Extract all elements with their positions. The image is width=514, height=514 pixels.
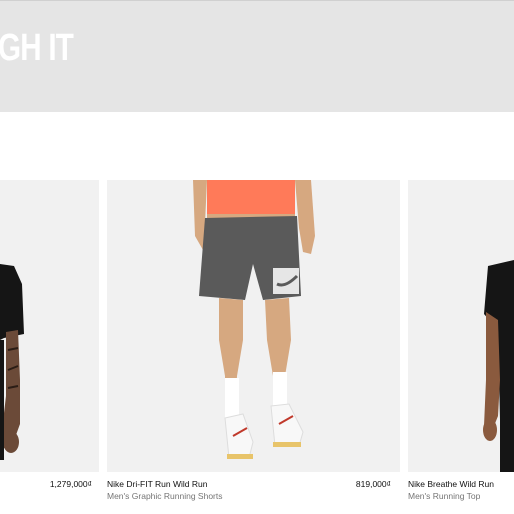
- product-title[interactable]: Nike Dri-FIT Run Wild Run: [107, 479, 207, 489]
- product-image-left[interactable]: [0, 180, 99, 472]
- product-card-center[interactable]: 819,000₫ Nike Dri-FIT Run Wild Run Men's…: [107, 180, 400, 514]
- product-card-left[interactable]: 1,279,000₫: [0, 180, 100, 514]
- product-subtitle: Men's Running Top: [408, 491, 481, 501]
- hero-banner: GH IT: [0, 0, 514, 112]
- product-card-right[interactable]: Nike Breathe Wild Run Men's Running Top: [408, 180, 514, 514]
- product-title[interactable]: Nike Breathe Wild Run: [408, 479, 494, 489]
- product-price: 1,279,000₫: [49, 479, 92, 489]
- product-price: 819,000₫: [355, 479, 391, 489]
- product-image-center[interactable]: [107, 180, 400, 472]
- product-subtitle: Men's Graphic Running Shorts: [107, 491, 223, 501]
- product-image-right[interactable]: [408, 180, 514, 472]
- banner-headline: GH IT: [0, 27, 74, 69]
